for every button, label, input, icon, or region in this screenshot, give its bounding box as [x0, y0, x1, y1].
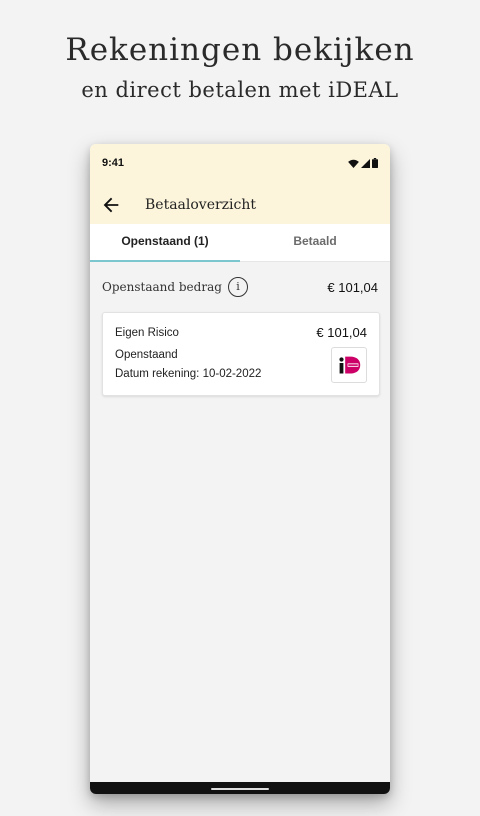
content-area: Openstaand bedrag i € 101,04 Eigen Risic…	[90, 262, 390, 782]
status-bar: 9:41	[90, 144, 390, 184]
tab-bar: Openstaand (1) Betaald	[90, 224, 390, 262]
info-icon[interactable]: i	[228, 277, 248, 297]
promo-title: Rekeningen bekijken	[65, 32, 415, 68]
invoice-amount: € 101,04	[316, 325, 367, 340]
app-bar: Betaaloverzicht	[90, 184, 390, 224]
page-title: Betaaloverzicht	[145, 197, 257, 213]
status-icons	[348, 158, 378, 168]
ideal-logo	[331, 347, 367, 383]
tab-betaald-label: Betaald	[293, 234, 337, 248]
wifi-icon	[348, 159, 359, 168]
invoice-date: Datum rekening: 10-02-2022	[115, 368, 262, 380]
system-navigation-bar	[90, 782, 390, 794]
invoice-status: Openstaand	[115, 349, 178, 361]
home-handle[interactable]	[211, 788, 269, 790]
signal-icon	[361, 158, 370, 168]
tab-openstaand[interactable]: Openstaand (1)	[90, 224, 240, 262]
invoice-title: Eigen Risico	[115, 327, 179, 339]
status-time: 9:41	[102, 157, 125, 169]
promo-subtitle: en direct betalen met iDEAL	[81, 78, 399, 102]
phone-frame: 9:41 Betaaloverzicht Openstaand (1) Beta…	[90, 144, 390, 794]
tab-openstaand-label: Openstaand (1)	[121, 234, 209, 248]
outstanding-label: Openstaand bedrag	[102, 280, 222, 294]
arrow-back-icon[interactable]	[100, 194, 122, 216]
ideal-logo-icon	[339, 356, 361, 374]
outstanding-amount: € 101,04	[327, 280, 378, 295]
invoice-card[interactable]: Eigen Risico € 101,04 Openstaand Datum r…	[102, 312, 380, 396]
outstanding-summary: Openstaand bedrag i € 101,04	[102, 277, 378, 299]
tab-betaald[interactable]: Betaald	[240, 224, 390, 261]
battery-icon	[372, 158, 378, 168]
